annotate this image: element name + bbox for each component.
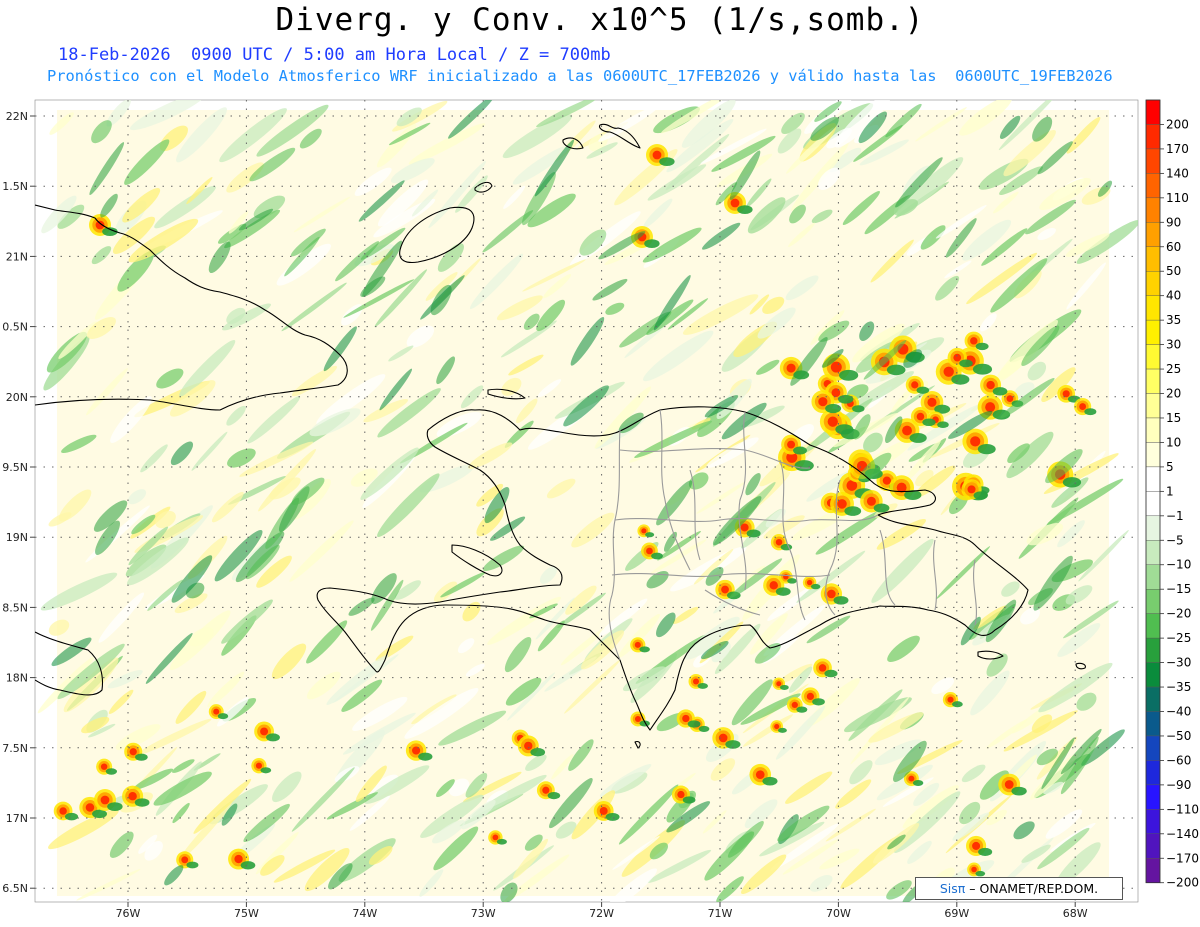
colorbar-swatch [1145,197,1161,223]
colorbar-label: −20 [1166,607,1191,621]
colorbar-label: −30 [1166,656,1191,670]
colorbar-label: 1 [1166,484,1174,498]
colorbar-swatch [1145,491,1161,517]
colorbar-label: −25 [1166,631,1191,645]
colorbar-swatch [1145,564,1161,590]
longitude-label: 69W [944,907,969,920]
colorbar-label: −170 [1166,851,1199,865]
latitude-label: 6.5N [2,882,28,895]
colorbar-label: −90 [1166,778,1191,792]
latitude-label: 9.5N [2,461,28,474]
colorbar-label: 35 [1166,313,1181,327]
map-figure: 22N 1.5N 21N 0.5N 20N 9.5N 19N 8.5N 18N 7.5N 17N 6.… [2,99,1199,920]
colorbar-swatch [1145,686,1161,712]
colorbar-swatch [1145,148,1161,174]
colorbar-label: 5 [1166,460,1174,474]
colorbar-label: 110 [1166,191,1189,205]
colorbar-label: −140 [1166,827,1199,841]
colorbar-swatch [1145,246,1161,272]
credit-box: Sisπ – ONAMET/REP.DOM. [915,877,1123,900]
colorbar-label: 10 [1166,435,1181,449]
colorbar-swatch [1145,833,1161,859]
colorbar-label: 140 [1166,166,1189,180]
colorbar-swatch [1145,784,1161,810]
colorbar-swatch [1145,271,1161,296]
colorbar-label: 25 [1166,362,1181,376]
longitude-label: 68W [1063,907,1088,920]
colorbar-label: −60 [1166,753,1191,767]
colorbar-label: −15 [1166,582,1191,596]
latitude-labels: 22N 1.5N 21N 0.5N 20N 9.5N 19N 8.5N 18N 7.5N 17N 6.… [2,110,35,895]
latitude-label: 18N [6,672,28,685]
latitude-label: 7.5N [2,742,28,755]
credit-text: – ONAMET/REP.DOM. [969,881,1099,896]
colorbar-label: −50 [1166,729,1191,743]
longitude-label: 72W [589,907,614,920]
colorbar-swatch [1145,124,1161,150]
longitude-label: 75W [234,907,259,920]
colorbar-label: 60 [1166,240,1181,254]
colorbar-swatch [1145,637,1161,663]
colorbar-swatch [1145,368,1161,394]
colorbar-swatch [1145,393,1161,419]
colorbar-label: −40 [1166,705,1191,719]
colorbar-label: −200 [1166,876,1199,890]
colorbar-swatch [1145,222,1161,247]
colorbar-swatch [1145,540,1161,565]
sispi-logo-text: Sisπ [939,881,966,896]
colorbar-swatch [1145,319,1161,345]
colorbar-label: 20 [1166,387,1181,401]
colorbar-swatch [1145,99,1161,125]
colorbar-label: 170 [1166,142,1189,156]
colorbar-label: 90 [1166,215,1181,229]
latitude-label: 19N [6,531,28,544]
colorbar: 200 170 140 110 90 60 50 40 35 30 25 20 15 10 5 1 −1 −5 −1… [1145,99,1199,890]
colorbar-swatch [1145,662,1161,688]
colorbar-swatch [1145,760,1161,786]
colorbar-label: −1 [1166,509,1184,523]
longitude-labels: 76W 75W 74W 73W 72W 71W 70W 69W 68W [116,902,1088,920]
latitude-label: 20N [6,391,28,404]
colorbar-swatch [1145,295,1161,321]
colorbar-swatch [1145,858,1161,883]
longitude-label: 76W [116,907,141,920]
colorbar-swatch [1145,711,1161,737]
colorbar-swatch [1145,466,1161,492]
longitude-label: 73W [471,907,496,920]
longitude-label: 70W [826,907,851,920]
colorbar-swatch [1145,442,1161,468]
colorbar-swatch [1145,613,1161,639]
colorbar-label: 200 [1166,117,1189,131]
colorbar-label: 40 [1166,289,1181,303]
colorbar-swatch [1145,173,1161,199]
colorbar-label: −10 [1166,558,1191,572]
latitude-label: 17N [6,812,28,825]
longitude-label: 74W [352,907,377,920]
latitude-label: 8.5N [2,601,28,614]
colorbar-label: −110 [1166,802,1199,816]
colorbar-label: 15 [1166,411,1181,425]
colorbar-swatch [1145,809,1161,835]
colorbar-swatch [1145,515,1161,541]
latitude-label: 21N [6,250,28,263]
colorbar-swatch [1145,417,1161,443]
latitude-label: 0.5N [2,321,28,334]
colorbar-swatch [1145,344,1161,370]
colorbar-label: 50 [1166,264,1181,278]
colorbar-label: −35 [1166,680,1191,694]
colorbar-label: −5 [1166,533,1184,547]
latitude-label: 1.5N [2,180,28,193]
colorbar-swatch [1145,735,1161,761]
colorbar-label: 30 [1166,338,1181,352]
longitude-label: 71W [708,907,733,920]
colorbar-swatch [1145,589,1161,614]
latitude-label: 22N [6,110,28,123]
